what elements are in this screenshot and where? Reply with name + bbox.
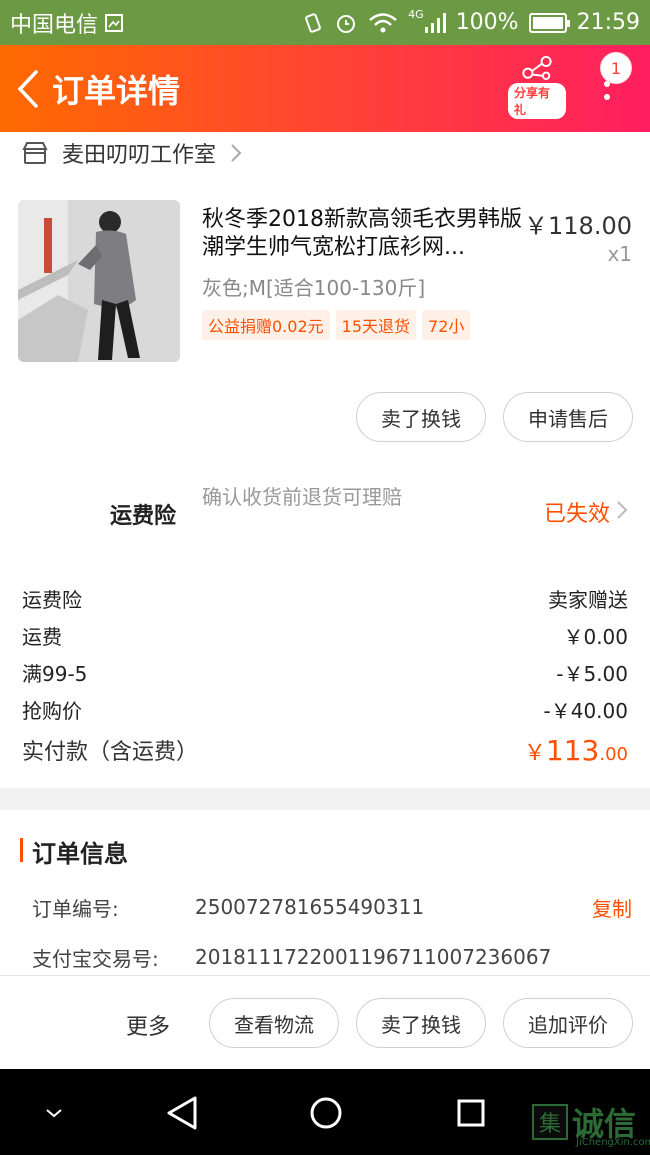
insurance-label: 运费险: [110, 504, 177, 529]
notification-badge: 1: [600, 52, 632, 84]
view-logistics-button[interactable]: 查看物流: [209, 998, 339, 1048]
square-recents-icon: [457, 1099, 485, 1127]
cost-row-shipping: 运费 ￥0.00: [0, 617, 650, 654]
nav-recents-button[interactable]: [451, 1093, 491, 1133]
cost-row-discount: 满99-5 -￥5.00: [0, 654, 650, 691]
order-number-value: 250072781655490311: [195, 895, 425, 919]
product-item[interactable]: 秋冬季2018新款高领毛衣男韩版潮学生帅气宽松打底衫网... ￥118.00 x…: [0, 198, 650, 368]
wifi-icon: [368, 12, 398, 34]
total-paid-row: 实付款（含运费） ￥113.00: [0, 730, 650, 770]
alarm-icon: [334, 11, 358, 35]
tag-return-policy: 15天退货: [335, 310, 417, 340]
section-divider: [0, 788, 650, 810]
battery-percent: 100%: [455, 10, 519, 35]
chevron-right-icon: [617, 501, 628, 519]
back-arrow-icon: [17, 69, 38, 108]
more-actions-button[interactable]: 更多: [126, 1009, 170, 1041]
alipay-trade-value: 2018111722001196711007236067: [195, 945, 552, 969]
clock: 21:59: [576, 10, 640, 35]
collapse-nav-button[interactable]: [34, 1093, 74, 1133]
cost-label: 抢购价: [22, 699, 82, 723]
item-actions: 卖了换钱 申请售后: [0, 392, 650, 444]
nav-home-button[interactable]: [306, 1093, 346, 1133]
copy-order-number-button[interactable]: 复制: [592, 893, 632, 922]
cost-value: -￥40.00: [543, 699, 628, 723]
alipay-trade-label: 支付宝交易号:: [32, 946, 159, 971]
order-info-title: 订单信息: [32, 840, 128, 868]
back-button[interactable]: [6, 67, 50, 111]
image-notification-icon: [104, 13, 124, 33]
cost-row-insurance: 运费险 卖家赠送: [0, 580, 650, 617]
chevron-down-icon: [46, 1109, 62, 1118]
share-label: 分享有礼: [508, 83, 566, 119]
carrier-name: 中国电信: [10, 12, 99, 38]
add-review-button[interactable]: 追加评价: [503, 998, 633, 1048]
network-type: 4G: [408, 8, 424, 21]
total-label: 实付款（含运费）: [22, 740, 199, 765]
order-number-label: 订单编号:: [32, 896, 119, 921]
cost-label: 满99-5: [22, 662, 88, 686]
total-currency: ￥: [523, 740, 546, 766]
dot-icon: [604, 93, 610, 100]
tag-shipping-time: 72小: [422, 310, 471, 340]
insurance-description: 确认收货前退货可理赔: [202, 485, 402, 509]
total-decimal: .00: [599, 743, 628, 765]
product-tags: 公益捐赠0.02元 15天退货 72小: [202, 310, 471, 340]
cost-row-flash-sale: 抢购价 -￥40.00: [0, 691, 650, 728]
order-info-section: 订单信息 订单编号: 250072781655490311 复制 支付宝交易号:…: [0, 810, 650, 975]
triangle-back-icon: [167, 1096, 197, 1130]
tag-charity: 公益捐赠0.02元: [202, 310, 330, 340]
header: 订单详情 分享有礼: [0, 45, 650, 132]
vibrate-icon: [302, 12, 324, 34]
bottom-action-bar: 更多 查看物流 卖了换钱 追加评价: [0, 975, 650, 1069]
sell-for-cash-button[interactable]: 卖了换钱: [356, 392, 486, 442]
cost-label: 运费: [22, 625, 62, 649]
watermark-logo: 集 诚信 JiChengXin.com: [532, 1099, 650, 1148]
order-number-row: 订单编号: 250072781655490311 复制: [32, 892, 632, 922]
nav-back-button[interactable]: [162, 1093, 202, 1133]
share-icon: [522, 55, 552, 81]
apply-aftersale-button[interactable]: 申请售后: [503, 392, 633, 442]
battery-icon: [528, 12, 570, 33]
status-icons: 4G 100% 21:59: [302, 8, 640, 35]
product-sku: 灰色;M[适合100-130斤]: [202, 276, 426, 300]
shop-link[interactable]: 麦田叨叨工作室: [0, 132, 650, 174]
total-integer: 113: [545, 733, 600, 767]
chevron-right-icon: [231, 144, 242, 162]
cost-breakdown: 运费险 卖家赠送 运费 ￥0.00 满99-5 -￥5.00 抢购价 -￥40.…: [0, 580, 650, 728]
product-quantity: x1: [607, 242, 632, 266]
cost-label: 运费险: [22, 588, 82, 612]
circle-home-icon: [310, 1097, 342, 1129]
shop-name: 麦田叨叨工作室: [62, 143, 217, 168]
carrier-group: 中国电信: [10, 7, 124, 39]
product-title: 秋冬季2018新款高领毛衣男韩版潮学生帅气宽松打底衫网...: [202, 207, 522, 260]
share-button[interactable]: 分享有礼: [508, 55, 566, 119]
sell-for-cash-bottom-button[interactable]: 卖了换钱: [356, 998, 486, 1048]
status-bar: 中国电信 4G 100% 21:59: [0, 0, 650, 45]
insurance-status: 已失效: [543, 502, 610, 527]
shipping-insurance-row[interactable]: 运费险 确认收货前退货可理赔 已失效: [0, 478, 650, 548]
cost-value: 卖家赠送: [548, 588, 628, 612]
store-icon: [22, 142, 48, 164]
signal-icon: 4G: [408, 8, 446, 33]
cost-value: ￥0.00: [563, 625, 628, 649]
total-amount: ￥113.00: [524, 734, 628, 767]
alipay-trade-row: 支付宝交易号: 2018111722001196711007236067: [32, 942, 632, 972]
section-accent-bar: [20, 838, 23, 862]
product-price: ￥118.00: [524, 212, 632, 240]
watermark-box: 集: [532, 1104, 568, 1140]
watermark-url: JiChengXin.com: [576, 1137, 650, 1148]
cost-value: -￥5.00: [556, 662, 628, 686]
page-title: 订单详情: [52, 71, 181, 110]
product-thumbnail[interactable]: [18, 200, 180, 362]
